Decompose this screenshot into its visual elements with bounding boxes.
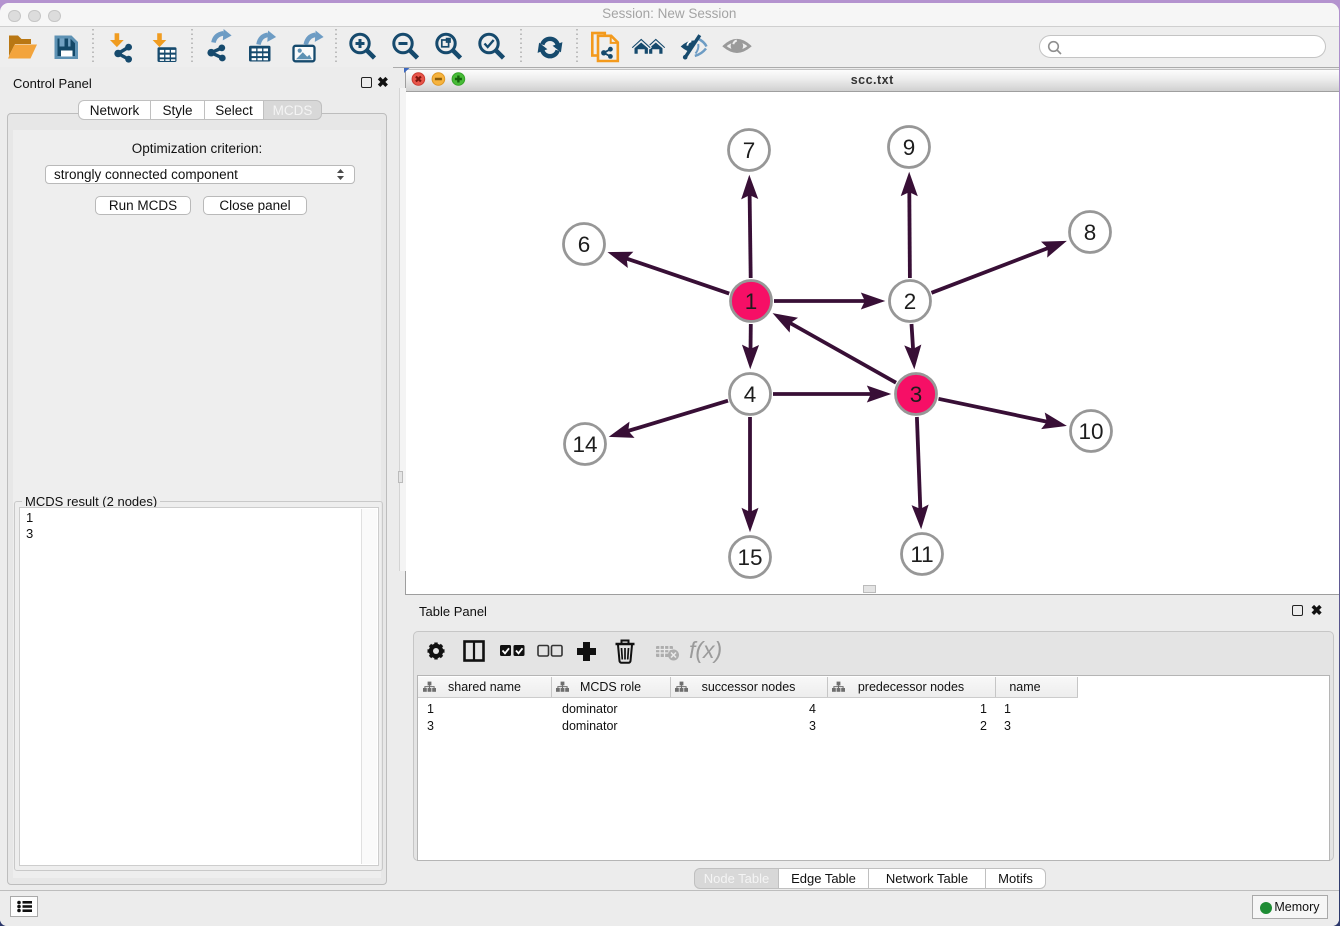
svg-text:9: 9 [903, 135, 916, 160]
svg-text:11: 11 [910, 542, 933, 567]
svg-text:15: 15 [737, 545, 762, 570]
svg-text:6: 6 [578, 232, 591, 257]
svg-text:2: 2 [904, 289, 917, 314]
svg-text:3: 3 [910, 382, 923, 407]
svg-text:10: 10 [1078, 419, 1103, 444]
svg-text:4: 4 [744, 382, 757, 407]
svg-text:7: 7 [743, 138, 756, 163]
svg-text:f(x): f(x) [689, 637, 722, 663]
svg-text:1: 1 [745, 289, 758, 314]
svg-text:8: 8 [1084, 220, 1097, 245]
svg-text:14: 14 [572, 432, 597, 457]
